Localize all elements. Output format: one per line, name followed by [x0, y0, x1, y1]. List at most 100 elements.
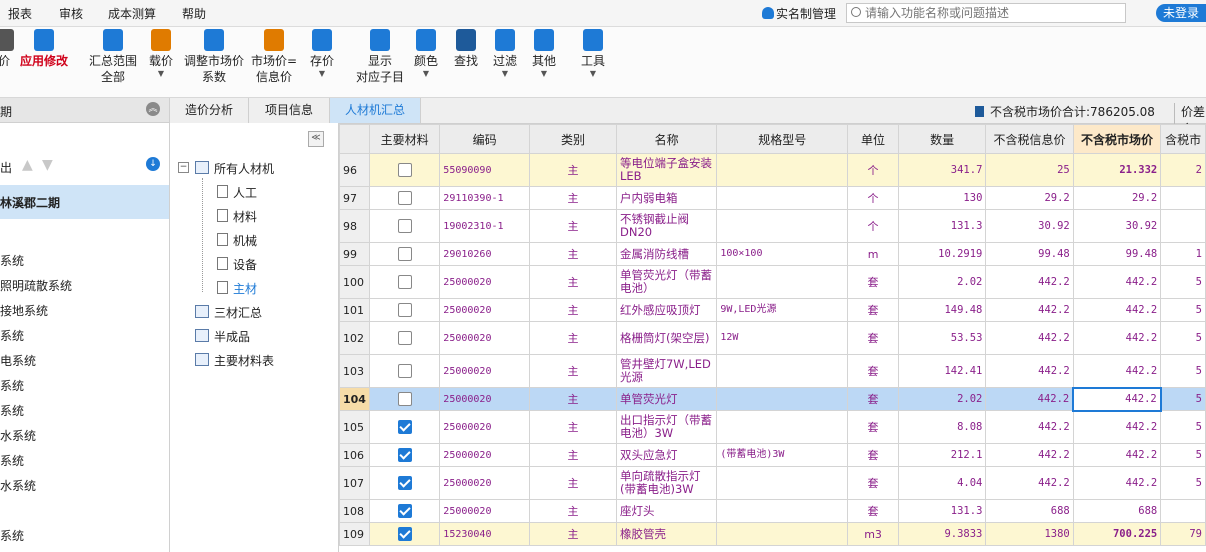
quantity-cell[interactable]: 130 — [897, 186, 987, 210]
spec-cell[interactable] — [716, 466, 849, 500]
tax-price-cell[interactable] — [1160, 499, 1206, 523]
dropdown-arrow-icon[interactable]: ▼ — [529, 69, 559, 79]
project-item-selected[interactable]: 林溪郡二期 — [0, 185, 169, 219]
main-material-checkbox[interactable] — [397, 303, 412, 317]
main-material-checkbox[interactable] — [397, 364, 412, 378]
spec-cell[interactable]: 100×100 — [716, 242, 849, 266]
toolbar-grid-button[interactable]: 其他 ▼ — [529, 29, 559, 79]
main-material-checkbox[interactable] — [397, 331, 412, 345]
market-price-cell[interactable]: 442.2 — [1072, 298, 1162, 322]
table-row[interactable]: 97 29110390-1 主户内弱电箱个 130 29.2 29.2 — [339, 186, 1206, 210]
main-material-checkbox[interactable] — [397, 504, 412, 518]
category-cell[interactable]: 主 — [528, 443, 617, 467]
unit-cell[interactable]: 套 — [847, 298, 899, 322]
spec-cell[interactable]: 9W,LED光源 — [716, 298, 849, 322]
dropdown-arrow-icon[interactable]: ▼ — [307, 69, 337, 79]
quantity-cell[interactable]: 131.3 — [897, 209, 987, 243]
market-price-cell[interactable]: 700.225 — [1072, 522, 1162, 546]
info-price-cell[interactable]: 442.2 — [985, 354, 1074, 388]
code-cell[interactable]: 25000020 — [439, 354, 530, 388]
tree-node-child[interactable]: 人工 — [217, 184, 257, 201]
project-system-item[interactable]: 系统 — [0, 377, 24, 394]
code-cell[interactable]: 25000020 — [439, 265, 530, 299]
main-material-cell[interactable] — [368, 410, 441, 444]
main-material-checkbox[interactable] — [397, 247, 412, 261]
toolbar-scale-button[interactable]: 市场价= 信息价 — [249, 29, 299, 85]
category-cell[interactable]: 主 — [528, 265, 617, 299]
quantity-cell[interactable]: 142.41 — [897, 354, 987, 388]
quantity-cell[interactable]: 131.3 — [897, 499, 987, 523]
main-material-checkbox[interactable] — [397, 219, 412, 233]
info-price-cell[interactable]: 442.2 — [985, 321, 1074, 355]
tab-labor-material-summary[interactable]: 人材机汇总 — [330, 98, 421, 123]
info-price-cell[interactable]: 442.2 — [985, 410, 1074, 444]
dropdown-arrow-icon[interactable]: ▼ — [146, 69, 176, 79]
category-cell[interactable]: 主 — [528, 499, 617, 523]
name-cell[interactable]: 单向疏散指示灯(带蓄电池)3W — [615, 466, 718, 500]
category-cell[interactable]: 主 — [528, 522, 617, 546]
table-row[interactable]: 98 19002310-1 主不锈钢截止阀DN20 个 131.3 30.92 30.92 — [339, 209, 1206, 243]
unit-cell[interactable]: 套 — [847, 387, 899, 411]
table-row[interactable]: 105 25000020 主出口指示灯（带蓄电池）3W 套 8.08 442.2 442.2… — [339, 410, 1206, 444]
column-header[interactable]: 数量 — [897, 124, 987, 154]
quantity-cell[interactable]: 149.48 — [897, 298, 987, 322]
category-cell[interactable]: 主 — [528, 153, 617, 187]
main-material-cell[interactable] — [368, 387, 441, 411]
toolbar-binoculars-button[interactable]: 查找 — [452, 29, 480, 69]
category-cell[interactable]: 主 — [528, 242, 617, 266]
arrow-up-icon[interactable]: ▲ — [22, 157, 33, 173]
project-system-item[interactable]: 系统 — [0, 327, 24, 344]
category-cell[interactable]: 主 — [528, 387, 617, 411]
column-header[interactable]: 不含税市场价 — [1072, 124, 1162, 154]
info-price-cell[interactable]: 442.2 — [985, 298, 1074, 322]
tab-project-info[interactable]: 项目信息 — [249, 98, 330, 123]
market-price-cell[interactable]: 442.2 — [1072, 321, 1162, 355]
project-system-item[interactable]: 系统 — [0, 527, 24, 544]
main-material-cell[interactable] — [368, 466, 441, 500]
toolbar-show-sub-button[interactable]: 显示 对应子目 — [354, 29, 406, 85]
spec-cell[interactable] — [716, 265, 849, 299]
category-cell[interactable]: 主 — [528, 209, 617, 243]
tree-node-other[interactable]: 三材汇总 — [195, 304, 262, 321]
quantity-cell[interactable]: 4.04 — [897, 466, 987, 500]
main-material-checkbox[interactable] — [397, 448, 412, 462]
main-material-cell[interactable] — [368, 499, 441, 523]
market-price-cell[interactable]: 442.2 — [1072, 265, 1162, 299]
main-material-cell[interactable] — [368, 354, 441, 388]
tree-collapse-toggle[interactable]: − — [178, 162, 189, 173]
tree-node-child[interactable]: 设备 — [217, 256, 257, 273]
name-cell[interactable]: 等电位端子盒安装LEB — [615, 153, 718, 187]
unit-cell[interactable]: 套 — [847, 466, 899, 500]
project-system-item[interactable]: 系统 — [0, 402, 24, 419]
info-price-cell[interactable]: 99.48 — [985, 242, 1074, 266]
table-row[interactable]: 96 55090090 主等电位端子盒安装LEB 个 341.7 25 21.332 2 — [339, 153, 1206, 187]
name-cell[interactable]: 单管荧光灯（带蓄电池） — [615, 265, 718, 299]
code-cell[interactable]: 25000020 — [439, 321, 530, 355]
project-system-item[interactable]: 系统 — [0, 452, 24, 469]
category-cell[interactable]: 主 — [528, 186, 617, 210]
table-row[interactable]: 103 25000020 主管井壁灯7W,LED光源套 142.41 442.2 442.… — [339, 354, 1206, 388]
tree-node-other[interactable]: 半成品 — [195, 328, 250, 345]
menu-help[interactable]: 帮助 — [182, 5, 206, 22]
quantity-cell[interactable]: 341.7 — [897, 153, 987, 187]
spec-cell[interactable] — [716, 153, 849, 187]
code-cell[interactable]: 25000020 — [439, 443, 530, 467]
tax-price-cell[interactable]: 79 — [1160, 522, 1206, 546]
toolbar-apply-edit-button[interactable]: 应用修改 — [18, 29, 70, 69]
unit-cell[interactable]: 个 — [847, 153, 899, 187]
unit-cell[interactable]: m3 — [847, 522, 899, 546]
dropdown-arrow-icon[interactable]: ▼ — [578, 69, 608, 79]
tax-price-cell[interactable]: 1 — [1160, 242, 1206, 266]
quantity-cell[interactable]: 2.02 — [897, 387, 987, 411]
category-cell[interactable]: 主 — [528, 321, 617, 355]
unit-cell[interactable]: 套 — [847, 354, 899, 388]
tax-price-cell[interactable]: 2 — [1160, 153, 1206, 187]
toolbar-filter-button[interactable]: 过滤 ▼ — [490, 29, 520, 79]
dropdown-arrow-icon[interactable]: ▼ — [490, 69, 520, 79]
market-price-cell[interactable]: 442.2 — [1072, 354, 1162, 388]
main-material-checkbox[interactable] — [397, 275, 412, 289]
info-price-cell[interactable]: 25 — [985, 153, 1074, 187]
info-price-cell[interactable]: 1380 — [985, 522, 1074, 546]
main-material-cell[interactable] — [368, 298, 441, 322]
toolbar-price-button[interactable]: 价 — [0, 29, 14, 69]
